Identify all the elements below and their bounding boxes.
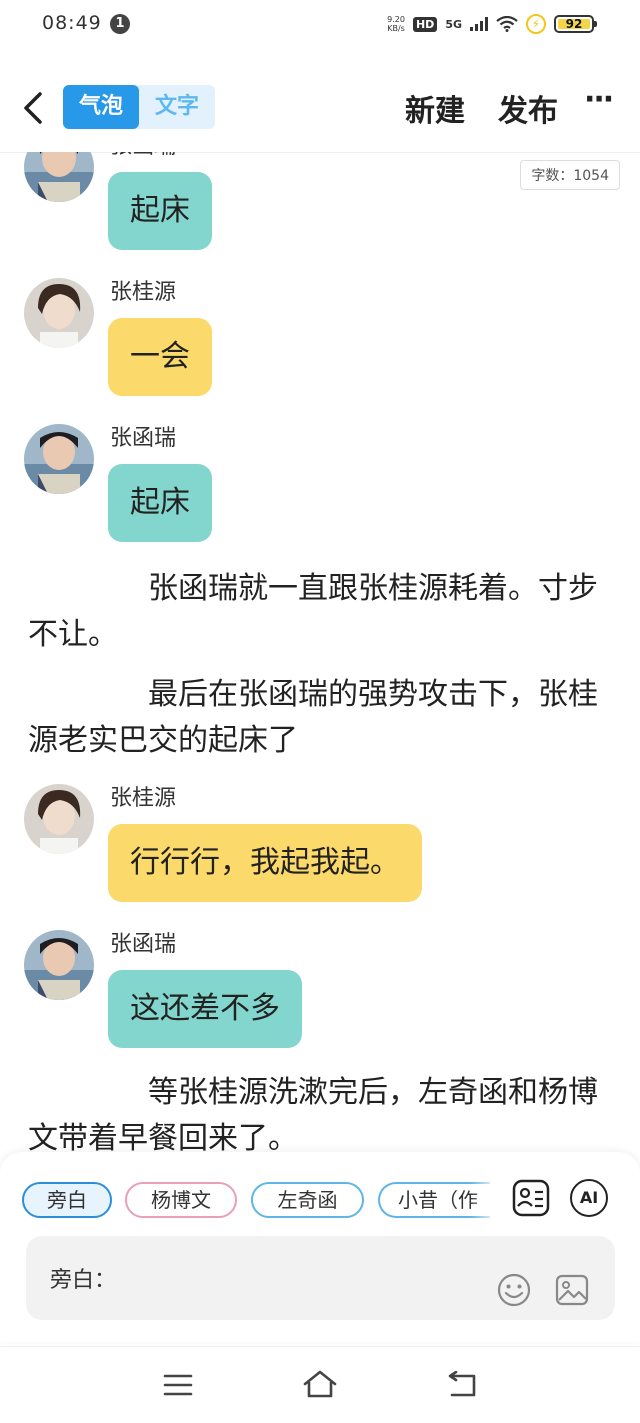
more-menu-button[interactable]: ··· [584,82,614,117]
mode-toggle: 气泡 文字 [63,85,215,129]
story-content[interactable]: 张函瑞 起床 字数：1054 张桂源 一会 张函瑞 起床 张函瑞就一直跟张桂源耗… [0,152,640,1152]
avatar[interactable] [24,278,94,348]
battery-level: 92 [565,17,583,31]
speaker-name: 张函瑞 [110,932,177,957]
network-speed: 9.20 KB/s [387,15,405,33]
image-icon[interactable] [554,1272,590,1308]
message-bubble[interactable]: 行行行，我起我起。 [108,824,422,902]
avatar[interactable] [24,784,94,854]
network-type: 5G [445,17,462,31]
message-bubble[interactable]: 起床 [108,464,212,542]
input-role-label: 旁白： [50,1268,117,1293]
narration-paragraph[interactable]: 等张桂源洗漱完后，左奇函和杨博文带着早餐回来了。 [28,1070,618,1152]
input-panel: 旁白 杨博文 左奇函 小昔（作 AI 旁白： [0,1152,640,1342]
status-time: 08:49 [42,12,102,34]
battery-icon: 92 [554,15,597,33]
role-chip[interactable]: 杨博文 [125,1182,237,1218]
notification-badge: 1 [110,14,130,34]
speaker-name: 张函瑞 [110,426,177,451]
message-bubble[interactable]: 一会 [108,318,212,396]
chip-scroll-fade [470,1178,500,1222]
role-chip[interactable]: 左奇函 [251,1182,364,1218]
speaker-name: 张桂源 [110,280,177,305]
menu-icon[interactable] [163,1373,193,1397]
narration-paragraph[interactable]: 最后在张函瑞的强势攻击下，张桂源老实巴交的起床了 [28,672,618,764]
message-input[interactable]: 旁白： [26,1236,615,1320]
wifi-icon [496,16,518,32]
tab-bubble-mode[interactable]: 气泡 [63,85,139,129]
emoji-icon[interactable] [496,1272,532,1308]
system-nav-bar [0,1346,640,1423]
speaker-name: 张函瑞 [110,152,176,160]
role-chip-selected[interactable]: 旁白 [22,1182,112,1218]
publish-button[interactable]: 发布 [498,86,558,130]
new-button[interactable]: 新建 [405,86,465,130]
message-bubble[interactable]: 起床 [108,172,212,250]
word-count: 字数：1054 [520,160,620,190]
header: 气泡 文字 新建 发布 ··· [0,60,640,153]
ai-button[interactable]: AI [570,1179,608,1217]
speaker-name: 张桂源 [110,786,177,811]
avatar[interactable] [24,152,94,202]
status-bar: 08:49 1 9.20 KB/s HD 5G ⚡ 92 [0,0,640,50]
hd-indicator: HD [412,16,438,32]
back-arrow-icon[interactable] [20,90,46,126]
tab-text-mode[interactable]: 文字 [139,85,215,129]
back-icon[interactable] [446,1371,480,1399]
narration-paragraph[interactable]: 张函瑞就一直跟张桂源耗着。寸步不让。 [28,566,618,658]
charging-icon: ⚡ [526,14,546,34]
role-card-icon[interactable] [511,1178,551,1218]
home-icon[interactable] [302,1369,338,1399]
signal-icon [470,17,488,31]
avatar[interactable] [24,930,94,1000]
avatar[interactable] [24,424,94,494]
message-bubble[interactable]: 这还差不多 [108,970,302,1048]
